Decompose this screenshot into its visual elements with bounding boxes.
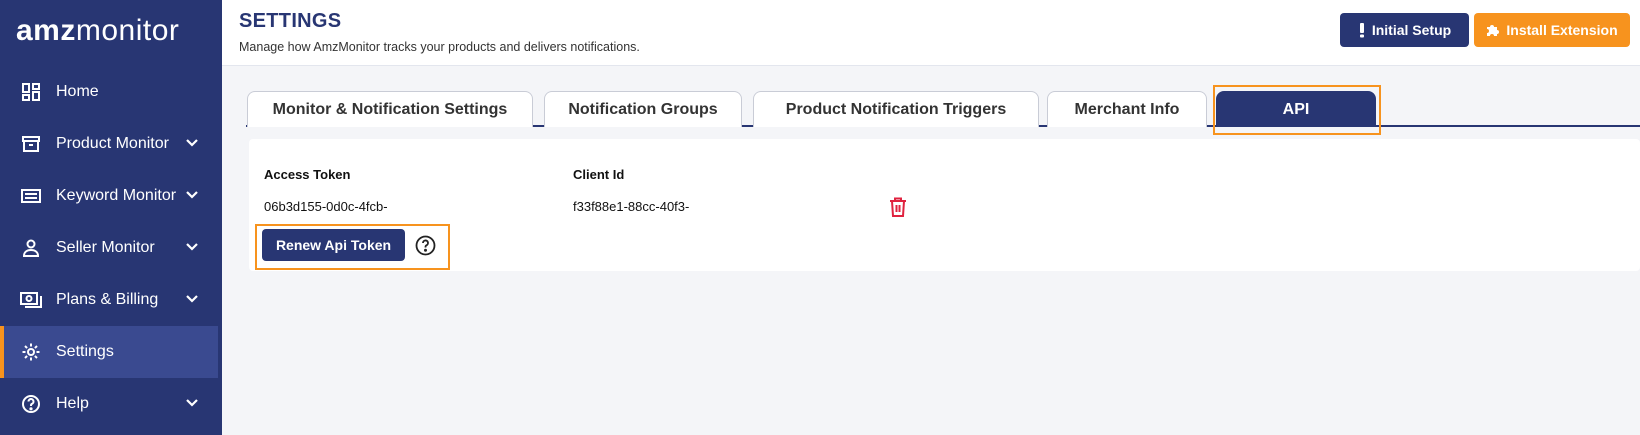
install-extension-label: Install Extension: [1506, 22, 1618, 38]
tab-label: Notification Groups: [568, 100, 718, 118]
logo-part-monitor: monitor: [75, 14, 180, 47]
chevron-down-icon: [186, 399, 198, 407]
initial-setup-label: Initial Setup: [1371, 22, 1452, 38]
sidebar: amz monitor Home Product Monitor Keyword …: [0, 0, 222, 435]
logo-part-amz: amz: [16, 14, 76, 47]
sidebar-item-label: Product Monitor: [56, 135, 169, 152]
question-circle-icon[interactable]: [415, 235, 436, 256]
tab-label: Product Notification Triggers: [785, 100, 1007, 118]
sidebar-item-help[interactable]: Help: [0, 378, 222, 430]
access-token-value: 06b3d155-0d0c-4fcb-: [264, 199, 388, 214]
tab-product-notification-triggers[interactable]: Product Notification Triggers: [753, 91, 1039, 127]
tab-api[interactable]: API: [1216, 91, 1376, 127]
exclamation-icon: [1359, 23, 1364, 38]
initial-setup-button[interactable]: Initial Setup: [1340, 13, 1469, 47]
sidebar-item-label: Help: [56, 395, 89, 412]
billing-icon: [20, 289, 42, 311]
user-icon: [20, 237, 42, 259]
sidebar-item-label: Settings: [56, 343, 114, 360]
page-header: SETTINGS Manage how AmzMonitor tracks yo…: [222, 0, 1640, 66]
chevron-down-icon: [186, 139, 198, 147]
gear-icon: [20, 341, 42, 363]
tab-label: Merchant Info: [1074, 100, 1180, 118]
puzzle-icon: [1487, 25, 1500, 36]
tab-label: API: [1282, 100, 1310, 118]
tab-monitor-notification-settings[interactable]: Monitor & Notification Settings: [247, 91, 533, 127]
api-card: Access Token 06b3d155-0d0c-4fcb- Client …: [249, 139, 1640, 271]
sidebar-item-label: Plans & Billing: [56, 291, 159, 308]
chevron-down-icon: [186, 295, 198, 303]
dashboard-icon: [20, 81, 42, 103]
renew-api-token-button[interactable]: Renew Api Token: [262, 229, 405, 261]
sidebar-item-label: Seller Monitor: [56, 239, 155, 256]
tab-notification-groups[interactable]: Notification Groups: [544, 91, 742, 127]
page-title: SETTINGS: [239, 10, 342, 32]
chevron-down-icon: [186, 243, 198, 251]
client-id-label: Client Id: [573, 167, 625, 182]
sidebar-item-keyword-monitor[interactable]: Keyword Monitor: [0, 170, 222, 222]
app-logo[interactable]: amz monitor: [16, 14, 179, 50]
help-icon: [20, 393, 42, 415]
access-token-label: Access Token: [264, 167, 351, 182]
tab-merchant-info[interactable]: Merchant Info: [1047, 91, 1207, 127]
trash-icon[interactable]: [889, 197, 907, 217]
page-subtitle: Manage how AmzMonitor tracks your produc…: [239, 40, 640, 54]
sidebar-item-home[interactable]: Home: [0, 66, 222, 118]
sidebar-item-label: Home: [56, 83, 99, 100]
sidebar-item-product-monitor[interactable]: Product Monitor: [0, 118, 222, 170]
install-extension-button[interactable]: Install Extension: [1474, 13, 1630, 47]
chevron-down-icon: [186, 191, 198, 199]
settings-tabs: Monitor & Notification Settings Notifica…: [246, 91, 1640, 127]
sidebar-item-plans-billing[interactable]: Plans & Billing: [0, 274, 222, 326]
archive-icon: [20, 133, 42, 155]
sidebar-item-seller-monitor[interactable]: Seller Monitor: [0, 222, 222, 274]
sidebar-nav: Home Product Monitor Keyword Monitor Sel…: [0, 66, 222, 430]
tab-label: Monitor & Notification Settings: [272, 100, 508, 118]
sidebar-item-settings[interactable]: Settings: [0, 326, 218, 378]
sidebar-item-label: Keyword Monitor: [56, 187, 177, 204]
keyboard-icon: [20, 185, 42, 207]
client-id-value: f33f88e1-88cc-40f3-: [573, 199, 690, 214]
